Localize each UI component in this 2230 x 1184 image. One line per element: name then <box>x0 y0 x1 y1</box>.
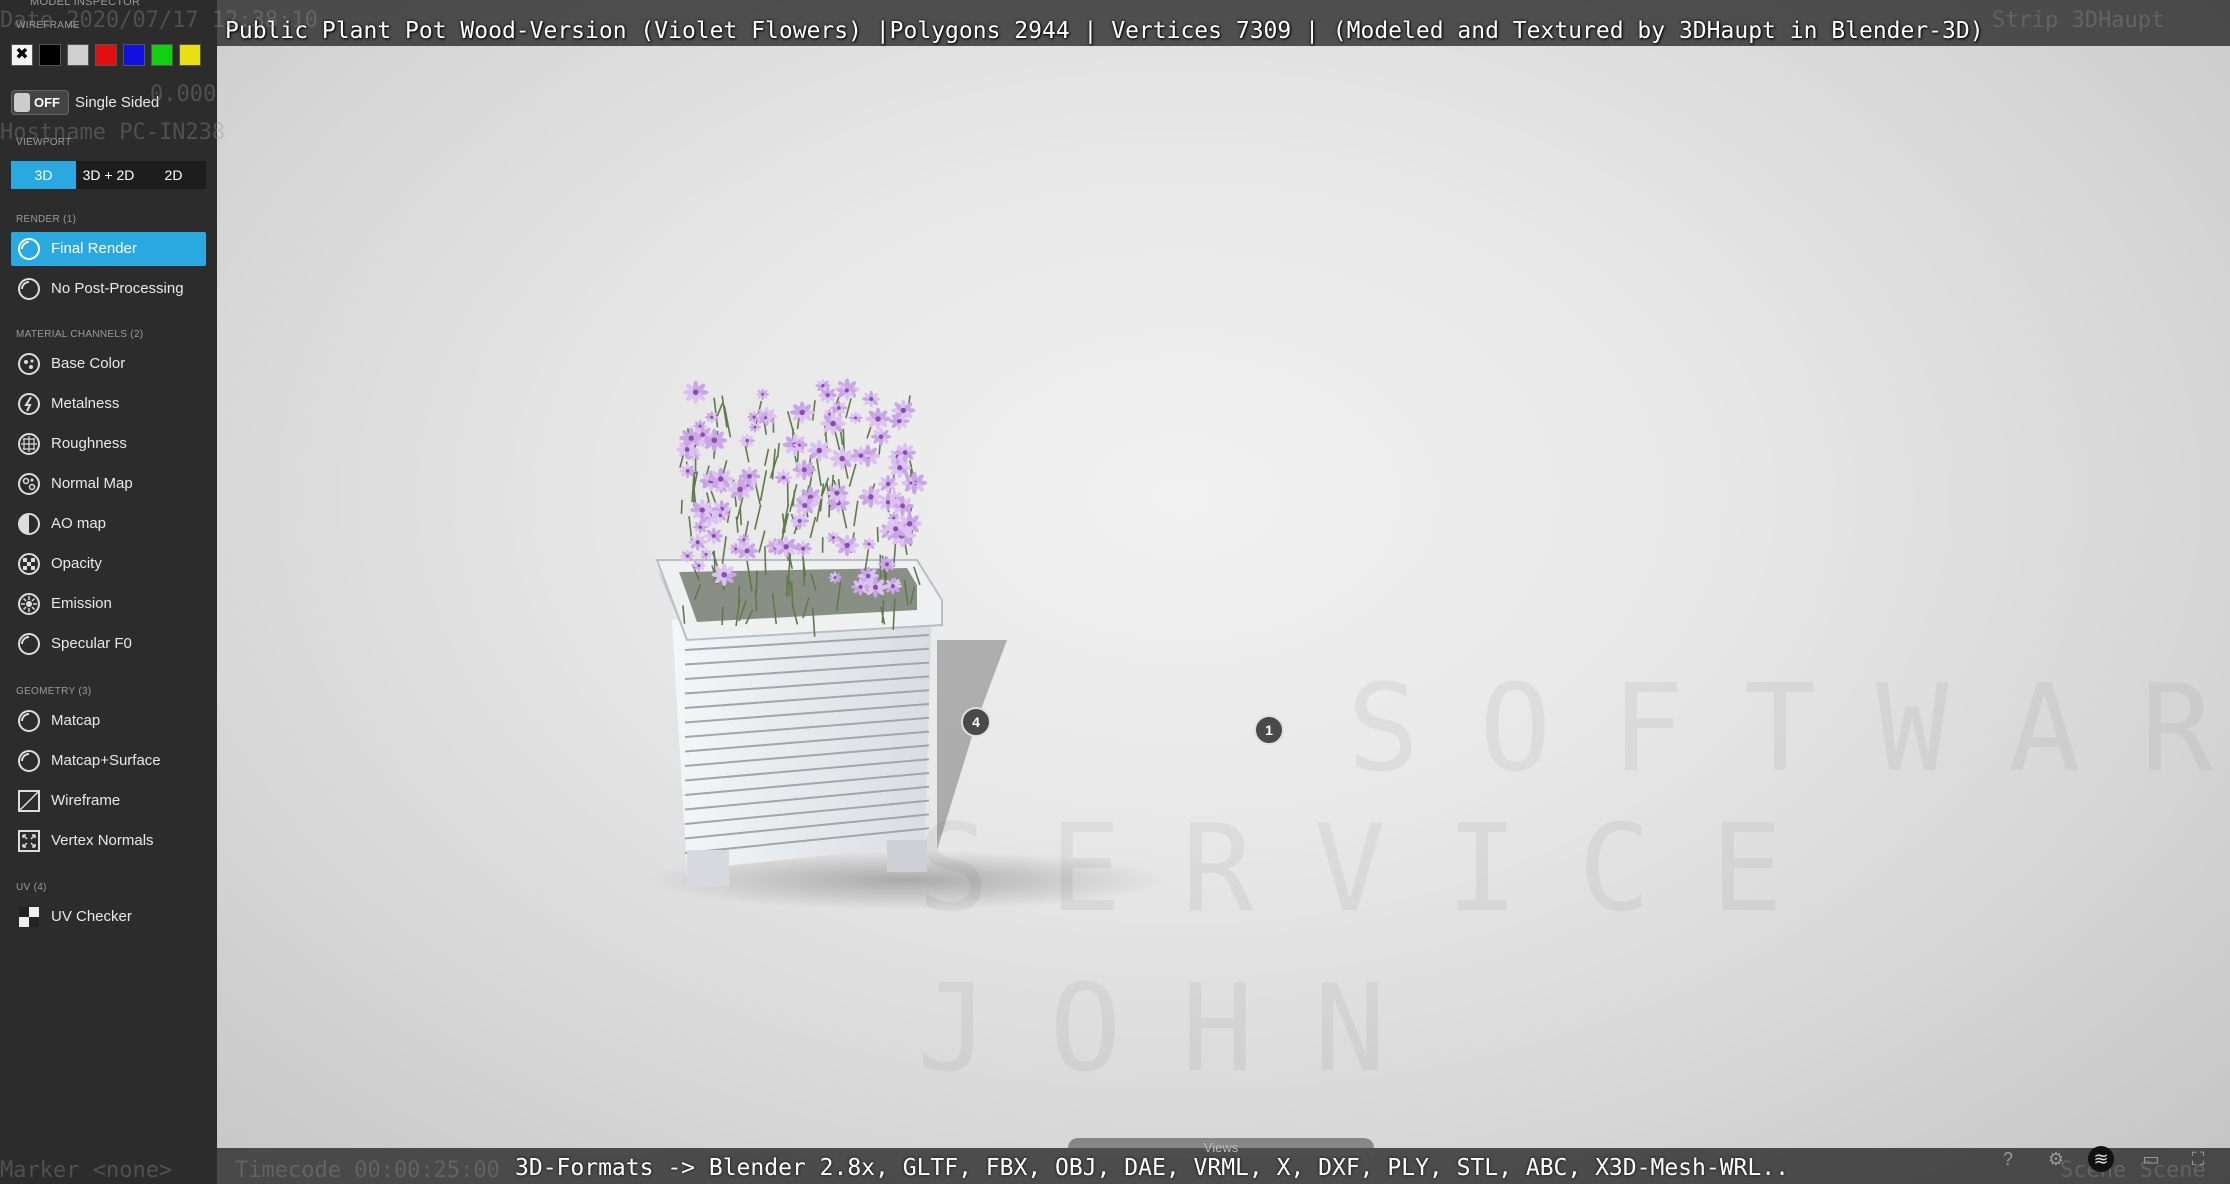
ghost-value-text: 0.000 <box>150 82 217 107</box>
viewport-3d-2d-button[interactable]: 3D + 2D <box>76 161 141 189</box>
viewport-2d-button[interactable]: 2D <box>141 161 206 189</box>
uv-label: UV (4) <box>16 882 47 893</box>
model-title: Public Plant Pot Wood-Version (Violet Fl… <box>225 18 1984 44</box>
wireframe-color-blue[interactable] <box>123 44 145 66</box>
roughness-label: Roughness <box>51 435 127 452</box>
metalness-label: Metalness <box>51 395 120 412</box>
channel-roughness[interactable]: Roughness <box>11 427 206 461</box>
base-color-label: Base Color <box>51 355 126 372</box>
uv-checker-icon <box>19 907 39 927</box>
fullscreen-icon[interactable]: ⛶ <box>2185 1146 2211 1172</box>
wireframe-color-black[interactable] <box>39 44 61 66</box>
channel-emission[interactable]: Emission <box>11 587 206 621</box>
wireframe-color-red[interactable] <box>95 44 117 66</box>
channel-metalness[interactable]: Metalness <box>11 387 206 421</box>
uv-checker[interactable]: UV Checker <box>11 900 206 934</box>
geometry-vertex-normals[interactable]: Vertex Normals <box>11 824 206 858</box>
model-inspector-panel: Model Inspector WIREFRAME ✖ OFF Single S… <box>0 0 217 1184</box>
specular-f0-label: Specular F0 <box>51 635 132 652</box>
no-post-processing-label: No Post-Processing <box>51 280 184 297</box>
matcap-surface-icon <box>18 750 40 772</box>
normal-map-icon <box>18 473 40 495</box>
render-label: RENDER (1) <box>16 214 77 225</box>
annotation-marker-4[interactable]: 4 <box>961 707 991 737</box>
wireframe-color-yellow[interactable] <box>179 44 201 66</box>
base-color-icon <box>18 353 40 375</box>
ao-map-label: AO map <box>51 515 107 532</box>
specular-f0-icon <box>18 633 40 655</box>
final-render-label: Final Render <box>51 240 137 257</box>
ghost-hostname-text: Hostname PC-IN238 <box>0 120 226 145</box>
final-render-icon <box>18 238 40 260</box>
vr-icon[interactable]: ▭ <box>2138 1146 2164 1172</box>
viewport-3d-button[interactable]: 3D <box>11 161 76 189</box>
geometry-matcap[interactable]: Matcap <box>11 704 206 738</box>
channel-specular-f0[interactable]: Specular F0 <box>11 627 206 661</box>
roughness-icon <box>18 433 40 455</box>
ghost-marker-text: Marker <none> <box>0 1158 173 1183</box>
help-icon[interactable]: ? <box>1995 1146 2021 1172</box>
layers-icon[interactable]: ≋ <box>2088 1146 2114 1172</box>
matcap-label: Matcap <box>51 712 101 729</box>
geometry-wireframe[interactable]: Wireframe <box>11 784 206 818</box>
geometry-label: GEOMETRY (3) <box>16 686 92 697</box>
single-sided-toggle[interactable]: OFF <box>11 90 69 115</box>
emission-icon <box>18 593 40 615</box>
ghost-scene-text: Scene Scene <box>2060 1158 2206 1183</box>
render-final-render[interactable]: Final Render <box>11 232 206 266</box>
normal-map-label: Normal Map <box>51 475 133 492</box>
wireframe-icon <box>18 790 40 812</box>
vertex-normals-icon <box>18 830 40 852</box>
uv-checker-label: UV Checker <box>51 908 132 925</box>
3d-viewport[interactable]: SOFTWARE SERVICE JOHN <box>217 0 2230 1184</box>
annotation-marker-1[interactable]: 1 <box>1254 715 1284 745</box>
toggle-state: OFF <box>34 95 60 110</box>
ghost-strip-text: Strip 3DHaupt <box>1992 8 2165 33</box>
material-channels-label: MATERIAL CHANNELS (2) <box>16 329 144 340</box>
channel-normal-map[interactable]: Normal Map <box>11 467 206 501</box>
wireframe-color-grey[interactable] <box>67 44 89 66</box>
matcap-surface-label: Matcap+Surface <box>51 752 161 769</box>
ghost-timecode-text: Timecode 00:00:25:00 <box>235 1158 500 1183</box>
geometry-matcap-surface[interactable]: Matcap+Surface <box>11 744 206 778</box>
channel-base-color[interactable]: Base Color <box>11 347 206 381</box>
channel-opacity[interactable]: Opacity <box>11 547 206 581</box>
toggle-knob <box>14 93 30 112</box>
ghost-date-text: Date 2020/07/17 12:38:10 <box>0 8 318 33</box>
wireframe-color-none[interactable]: ✖ <box>11 44 33 66</box>
single-sided-label: Single Sided <box>75 94 160 111</box>
ao-map-icon <box>18 513 40 535</box>
plant-pot-model[interactable] <box>217 0 2230 1184</box>
wireframe-color-green[interactable] <box>151 44 173 66</box>
render-no-post-processing[interactable]: No Post-Processing <box>11 272 206 306</box>
vertex-normals-label: Vertex Normals <box>51 832 154 849</box>
formats-caption: 3D-Formats -> Blender 2.8x, GLTF, FBX, O… <box>515 1155 1789 1181</box>
no-post-processing-icon <box>18 278 40 300</box>
opacity-label: Opacity <box>51 555 102 572</box>
panel-header: Model Inspector <box>30 0 141 8</box>
wireframe-item-label: Wireframe <box>51 792 121 809</box>
metalness-icon <box>18 393 40 415</box>
emission-label: Emission <box>51 595 112 612</box>
opacity-icon <box>18 553 40 575</box>
matcap-icon <box>18 710 40 732</box>
channel-ao-map[interactable]: AO map <box>11 507 206 541</box>
settings-icon[interactable]: ⚙ <box>2043 1146 2069 1172</box>
